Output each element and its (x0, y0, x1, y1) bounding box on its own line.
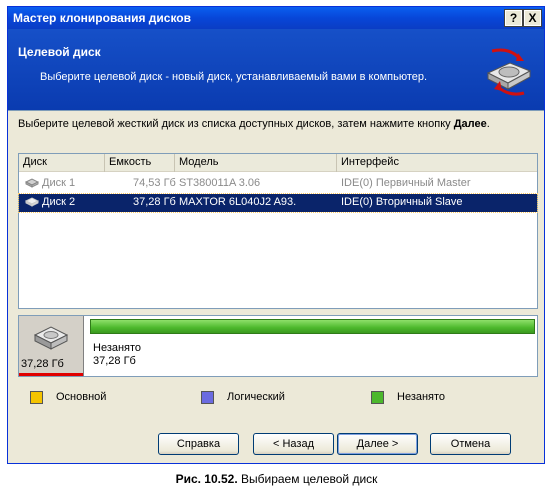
partition-info: Незанято 37,28 Гб (93, 342, 141, 368)
legend-label: Незанято (397, 391, 446, 403)
title-bar[interactable]: Мастер клонирования дисков ? X (8, 7, 544, 29)
disk-cell: Диск 2 (25, 196, 75, 208)
figure-caption: Рис. 10.52. Выбираем целевой диск (175, 472, 378, 486)
page-subtitle: Выберите целевой диск - новый диск, уста… (40, 71, 428, 83)
legend-label: Основной (56, 391, 107, 403)
column-header-model[interactable]: Модель (175, 154, 337, 172)
legend-label: Логический (227, 391, 285, 403)
column-header-disk[interactable]: Диск (19, 154, 105, 172)
page-title: Целевой диск (18, 45, 101, 59)
column-header-capacity[interactable]: Емкость (105, 154, 175, 172)
cancel-button[interactable]: Отмена (430, 433, 511, 455)
disk-list-header: Диск Емкость Модель Интерфейс (19, 154, 537, 172)
next-button[interactable]: Далее > (337, 433, 418, 455)
window-title: Мастер клонирования дисков (13, 11, 192, 25)
disk-summary[interactable]: 37,28 Гб (19, 316, 84, 376)
unallocated-partition-bar[interactable] (90, 319, 535, 334)
disk-list[interactable]: Диск Емкость Модель Интерфейс Диск 1 74,… (18, 153, 538, 309)
disk-layout-panel: 37,28 Гб Незанято 37,28 Гб (18, 315, 538, 377)
disk-size-label: 37,28 Гб (21, 358, 64, 370)
model-cell: ST380011A 3.06 (179, 177, 261, 189)
capacity-cell: 74,53 Гб (133, 177, 176, 189)
column-header-interface[interactable]: Интерфейс (337, 154, 537, 172)
wizard-header: Целевой диск Выберите целевой диск - нов… (8, 29, 544, 111)
partition-label: Незанято (93, 342, 142, 354)
partition-size: 37,28 Гб (93, 355, 136, 367)
interface-cell: IDE(0) Первичный Master (341, 177, 471, 189)
help-button[interactable]: Справка (158, 433, 239, 455)
table-row-selected[interactable]: Диск 2 37,28 Гб MAXTOR 6L040J2 A93. IDE(… (18, 193, 538, 213)
hard-disk-icon (33, 326, 69, 350)
interface-cell: IDE(0) Вторичный Slave (341, 196, 463, 208)
table-row[interactable]: Диск 1 74,53 Гб ST380011A 3.06 IDE(0) Пе… (19, 175, 537, 193)
model-cell: MAXTOR 6L040J2 A93. (179, 196, 297, 208)
primary-swatch (30, 391, 43, 404)
clone-wizard-window: Мастер клонирования дисков ? X Целевой д… (7, 6, 545, 464)
disk-cell: Диск 1 (25, 177, 75, 189)
unallocated-swatch (371, 391, 384, 404)
hard-disk-icon (25, 197, 39, 207)
hard-disk-icon (25, 178, 39, 188)
back-button[interactable]: < Назад (253, 433, 334, 455)
logical-swatch (201, 391, 214, 404)
help-title-button[interactable]: ? (504, 9, 523, 27)
close-title-button[interactable]: X (523, 9, 542, 27)
disk-clone-icon (486, 48, 532, 96)
capacity-cell: 37,28 Гб (133, 196, 176, 208)
selection-underline (19, 373, 83, 376)
instruction-text: Выберите целевой жесткий диск из списка … (18, 118, 490, 130)
